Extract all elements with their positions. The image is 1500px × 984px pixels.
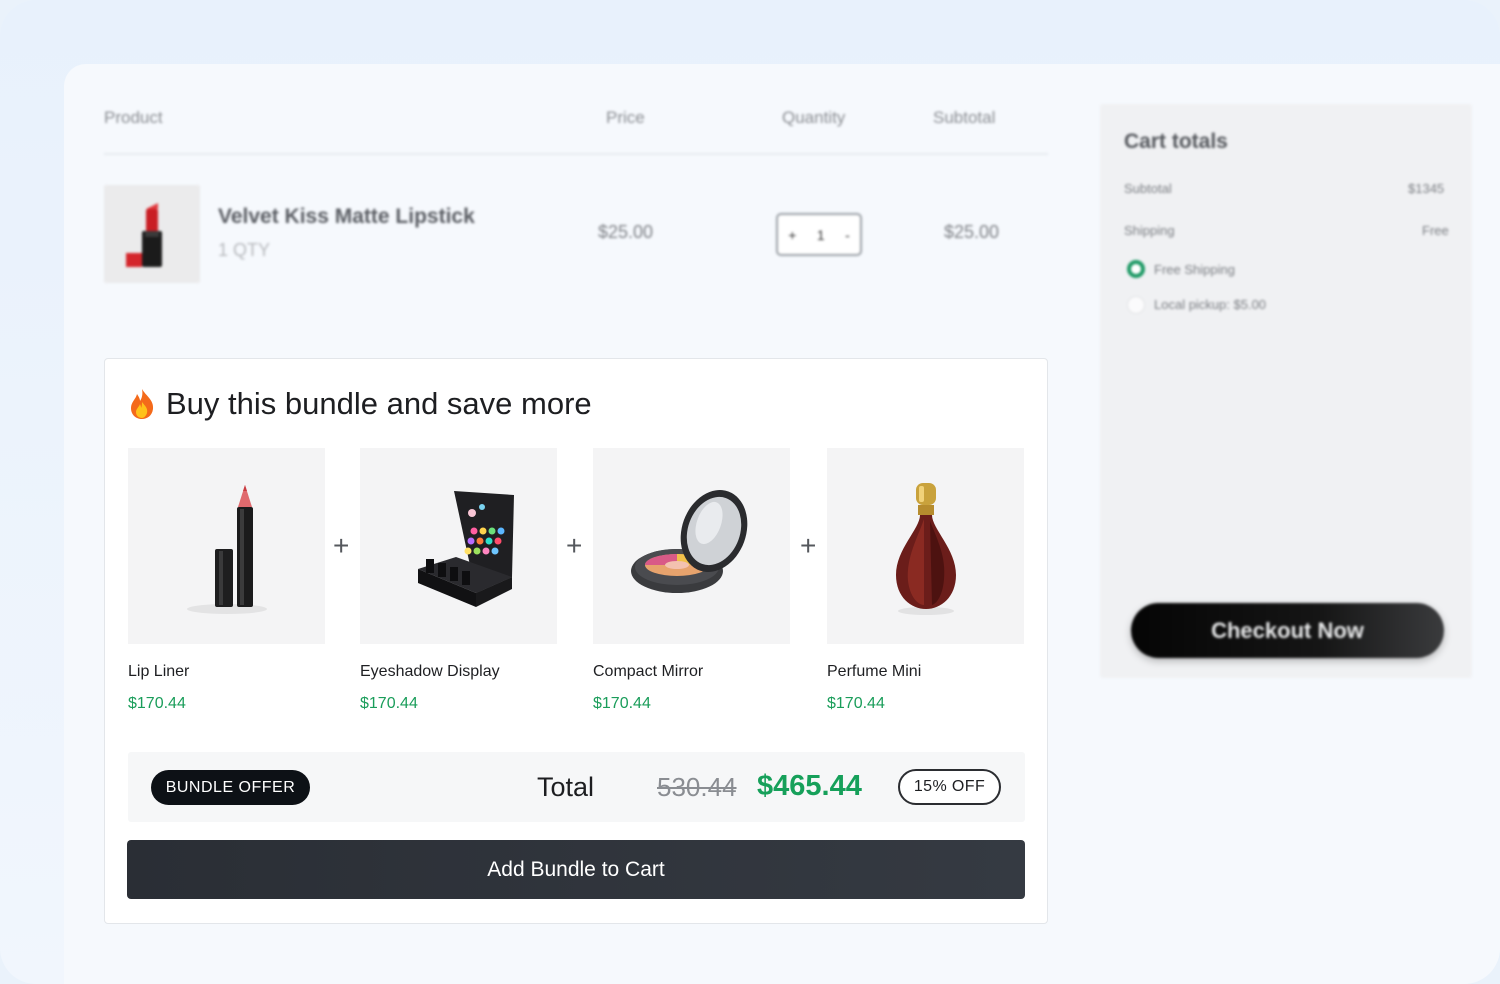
bundle-item-price: $170.44 [360, 695, 418, 712]
increment-button[interactable]: - [845, 227, 850, 243]
plus-separator: + [566, 530, 583, 561]
total-label: Total [537, 772, 595, 802]
bundle-item-name[interactable]: Eyeshadow Display [360, 663, 500, 681]
original-total: 530.44 [657, 772, 737, 802]
checkout-button[interactable]: Checkout Now [1131, 603, 1444, 658]
decrement-button[interactable]: + [788, 227, 796, 243]
discounted-total: $465.44 [757, 770, 862, 802]
compact-mirror-image [630, 490, 747, 593]
col-product-header: Product [104, 108, 163, 127]
bundle-title-text: Buy this bundle and save more [166, 386, 592, 421]
bundle-item-image[interactable] [827, 448, 1024, 644]
col-price-header: Price [606, 108, 645, 127]
fire-icon [131, 389, 154, 419]
bundle-item-price: $170.44 [128, 695, 186, 712]
discount-badge: 15% OFF [898, 769, 1001, 805]
eyeshadow-display-image [417, 491, 514, 607]
cart-item-name[interactable]: Velvet Kiss Matte Lipstick [218, 205, 475, 229]
shipping-label: Shipping [1124, 223, 1175, 238]
quantity-stepper[interactable]: + 1 - [776, 213, 862, 256]
subtotal-value: $1345 [1408, 181, 1445, 196]
col-quantity-header: Quantity [782, 108, 846, 127]
bundle-item-name[interactable]: Perfume Mini [827, 663, 921, 681]
bundle-offer-badge: BUNDLE OFFER [151, 770, 310, 805]
subtotal-label: Subtotal [1124, 181, 1172, 196]
col-subtotal-header: Subtotal [933, 108, 996, 127]
cart-item-thumbnail[interactable] [104, 185, 200, 283]
add-bundle-to-cart-button[interactable]: Add Bundle to Cart [127, 840, 1025, 899]
lipstick-image [126, 203, 162, 267]
table-divider [104, 153, 1048, 155]
lip-liner-image [186, 485, 267, 614]
page-background: Product Price Quantity Subtotal Velvet K… [0, 0, 1500, 984]
bundle-item-price: $170.44 [593, 695, 651, 712]
cart-totals-title: Cart totals [1124, 130, 1228, 153]
bundle-item-name[interactable]: Lip Liner [128, 663, 189, 681]
free-shipping-label[interactable]: Free Shipping [1154, 262, 1235, 277]
shipping-value: Free [1422, 223, 1449, 238]
plus-separator: + [800, 530, 817, 561]
local-pickup-radio[interactable] [1127, 296, 1145, 314]
cart-item-qty-label: 1 QTY [218, 240, 271, 260]
bundle-item-name[interactable]: Compact Mirror [593, 663, 703, 681]
cart-item-price: $25.00 [598, 222, 654, 242]
local-pickup-label[interactable]: Local pickup: $5.00 [1154, 297, 1266, 312]
cart-item-subtotal: $25.00 [944, 222, 1000, 242]
perfume-image [895, 483, 956, 615]
bundle-item-image[interactable] [360, 448, 557, 644]
bundle-item-image[interactable] [128, 448, 325, 644]
bundle-item-image[interactable] [593, 448, 790, 644]
quantity-value[interactable]: 1 [817, 227, 825, 243]
bundle-title: Buy this bundle and save more [128, 386, 592, 422]
bundle-item-price: $170.44 [827, 695, 885, 712]
plus-separator: + [333, 530, 350, 561]
free-shipping-radio[interactable] [1127, 260, 1145, 278]
